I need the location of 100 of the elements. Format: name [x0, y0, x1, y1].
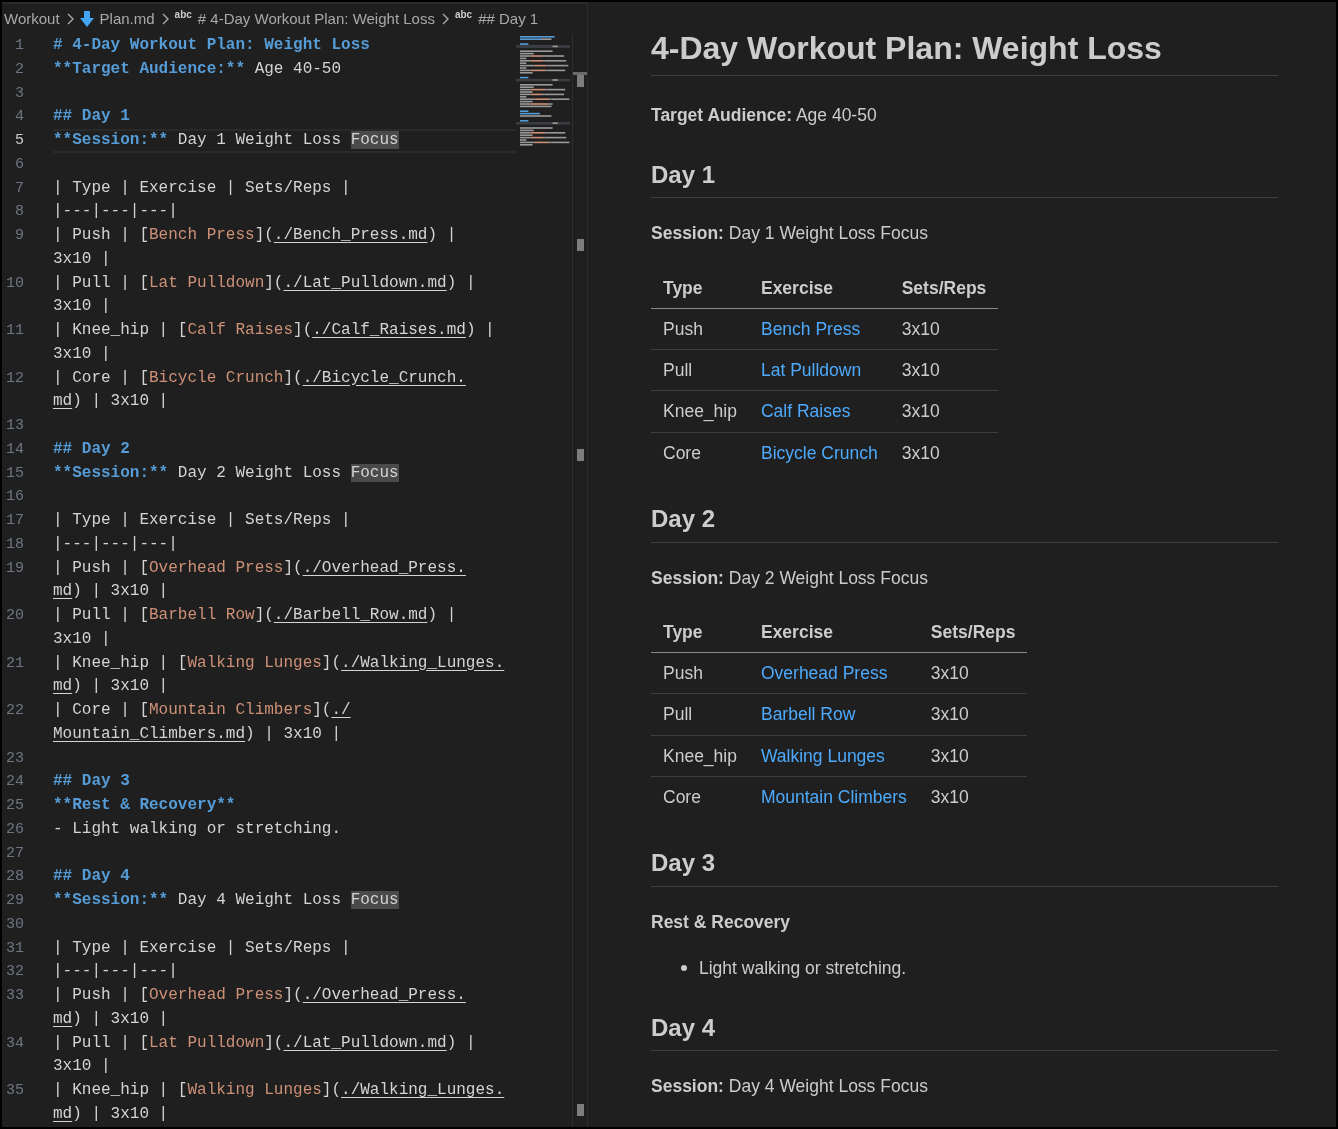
- code-line: | Type | Exercise | Sets/Reps |: [53, 510, 351, 531]
- code-line: 3x10 |: [53, 343, 111, 365]
- code-line: md) | 3x10 |: [53, 391, 169, 413]
- breadcrumb-item[interactable]: # 4-Day Workout Plan: Weight Loss: [197, 7, 435, 31]
- exercise-link[interactable]: Barbell Row: [760, 704, 856, 725]
- table-cell: Knee_hip: [651, 390, 749, 433]
- line-number: 21: [5, 653, 24, 674]
- day-heading: Day 4: [651, 1013, 1278, 1052]
- code-line: **Session:** Day 4 Weight Loss Focus: [53, 890, 399, 911]
- session-line: Session: Day 4 Weight Loss Focus: [651, 1075, 929, 1099]
- code-line: | Core | [Bicycle Crunch](./Bicycle_Crunch.: [53, 367, 466, 389]
- day-heading: Day 2: [651, 504, 1278, 543]
- bullet-icon: [681, 965, 687, 972]
- abc-icon: abc: [174, 6, 192, 22]
- table-cell: 3x10: [889, 349, 999, 391]
- line-number: 3: [14, 83, 24, 104]
- code-line: ## Day 3: [53, 771, 130, 793]
- code-line: **Session:** Day 1 Weight Loss Focus: [53, 129, 516, 153]
- code-line: md) | 3x10 |: [53, 1103, 169, 1125]
- breadcrumb-item[interactable]: Plan.md: [99, 7, 155, 31]
- list-item-text: Light walking or stretching.: [699, 957, 907, 981]
- code-line: | Push | [Bench Press](./Bench_Press.md) |: [53, 225, 457, 246]
- line-number: 19: [5, 558, 24, 579]
- chevron-icon: [65, 13, 74, 25]
- code-line: | Pull | [Lat Pulldown](./Lat_Pulldown.md) |: [53, 1032, 476, 1054]
- line-number: 32: [5, 962, 24, 983]
- exercise-link[interactable]: Calf Raises: [760, 401, 851, 422]
- code-line: | Knee_hip | [Walking Lunges](./Walking_Lunges.: [53, 1080, 505, 1101]
- table-cell: Core: [651, 432, 749, 473]
- rest-note: Rest & Recovery: [651, 911, 792, 935]
- line-number: 8: [14, 202, 24, 223]
- line-number: 24: [5, 772, 24, 793]
- table-cell: 3x10: [918, 735, 1028, 777]
- table-cell: 3x10: [918, 652, 1028, 694]
- line-number: 31: [5, 938, 24, 959]
- code-line: md) | 3x10 |: [53, 581, 169, 603]
- line-number: 20: [5, 606, 24, 626]
- code-line: |---|---|---|: [53, 533, 178, 555]
- line-number: 9: [14, 226, 24, 246]
- code-line: ## Day 2: [53, 438, 130, 460]
- line-number: 30: [5, 914, 24, 935]
- session-line: Session: Day 1 Weight Loss Focus: [651, 222, 929, 246]
- line-number: 2: [14, 59, 24, 80]
- exercise-link[interactable]: Overhead Press: [760, 663, 888, 684]
- abc-icon: abc: [454, 6, 473, 22]
- line-number: 6: [14, 154, 24, 175]
- code-line: 3x10 |: [53, 1056, 111, 1078]
- code-line: md) | 3x10 |: [53, 1008, 169, 1030]
- exercise-link[interactable]: Mountain Climbers: [760, 787, 907, 807]
- table-cell: 3x10: [889, 432, 999, 473]
- column-header: Exercise: [748, 611, 919, 653]
- code-line: **Target Audience:** Age 40-50: [53, 58, 342, 80]
- column-header: Type: [651, 611, 749, 653]
- table-cell: Push: [651, 308, 749, 350]
- code-line: |---|---|---|: [53, 201, 178, 223]
- line-number: 14: [5, 439, 24, 460]
- code-line: | Knee_hip | [Calf Raises](./Calf_Raises.md) |: [53, 320, 495, 341]
- code-line: |---|---|---|: [53, 961, 178, 983]
- code-line: | Pull | [Barbell Row](./Barbell_Row.md) |: [53, 605, 457, 626]
- code-line: Mountain_Climbers.md) | 3x10 |: [53, 723, 342, 745]
- code-line: | Type | Exercise | Sets/Reps |: [53, 177, 351, 199]
- line-number: 25: [5, 796, 24, 816]
- code-line: # 4-Day Workout Plan: Weight Loss: [53, 35, 370, 56]
- column-header: Sets/Reps: [889, 266, 999, 309]
- column-header: Type: [651, 266, 749, 309]
- line-number: 5: [14, 131, 24, 151]
- code-line: **Rest & Recovery**: [53, 795, 236, 816]
- audience-line: Target Audience: Age 40-50: [651, 104, 878, 128]
- line-number: 10: [5, 273, 24, 294]
- line-number: 12: [5, 368, 24, 389]
- scrollbar[interactable]: [572, 34, 587, 1127]
- exercise-link[interactable]: Bicycle Crunch: [760, 442, 878, 463]
- exercise-link[interactable]: Walking Lunges: [760, 745, 885, 766]
- chevron-icon: [440, 13, 449, 25]
- line-number: 15: [5, 463, 24, 484]
- code-line: 3x10 |: [53, 248, 111, 270]
- table-cell: 3x10: [918, 776, 1028, 818]
- table-cell: 3x10: [918, 694, 1028, 736]
- exercise-link[interactable]: Bench Press: [760, 318, 861, 339]
- code-line: 3x10 |: [53, 628, 111, 650]
- table-cell: Pull: [651, 349, 749, 391]
- line-number: 27: [5, 843, 24, 864]
- code-line: | Push | [Overhead Press](./Overhead_Press.: [53, 985, 466, 1006]
- column-header: Sets/Reps: [918, 611, 1028, 653]
- code-line: md) | 3x10 |: [53, 676, 169, 698]
- line-number: 26: [5, 819, 24, 840]
- line-number: 28: [5, 867, 24, 888]
- document-title: 4-Day Workout Plan: Weight Loss: [651, 29, 1278, 77]
- table-cell: Pull: [651, 694, 749, 736]
- line-number: 4: [14, 107, 24, 128]
- line-number: 34: [5, 1033, 24, 1054]
- line-number: 1: [14, 36, 24, 56]
- breadcrumb-item[interactable]: ## Day 1: [478, 7, 539, 31]
- code-line: ## Day 1: [53, 106, 130, 128]
- line-number: 7: [14, 178, 24, 199]
- code-line: | Pull | [Lat Pulldown](./Lat_Pulldown.md) |: [53, 272, 476, 294]
- breadcrumb-item[interactable]: Workout: [4, 7, 60, 31]
- table-cell: 3x10: [889, 308, 999, 350]
- code-line: - Light walking or stretching.: [53, 818, 342, 840]
- exercise-link[interactable]: Lat Pulldown: [760, 360, 862, 381]
